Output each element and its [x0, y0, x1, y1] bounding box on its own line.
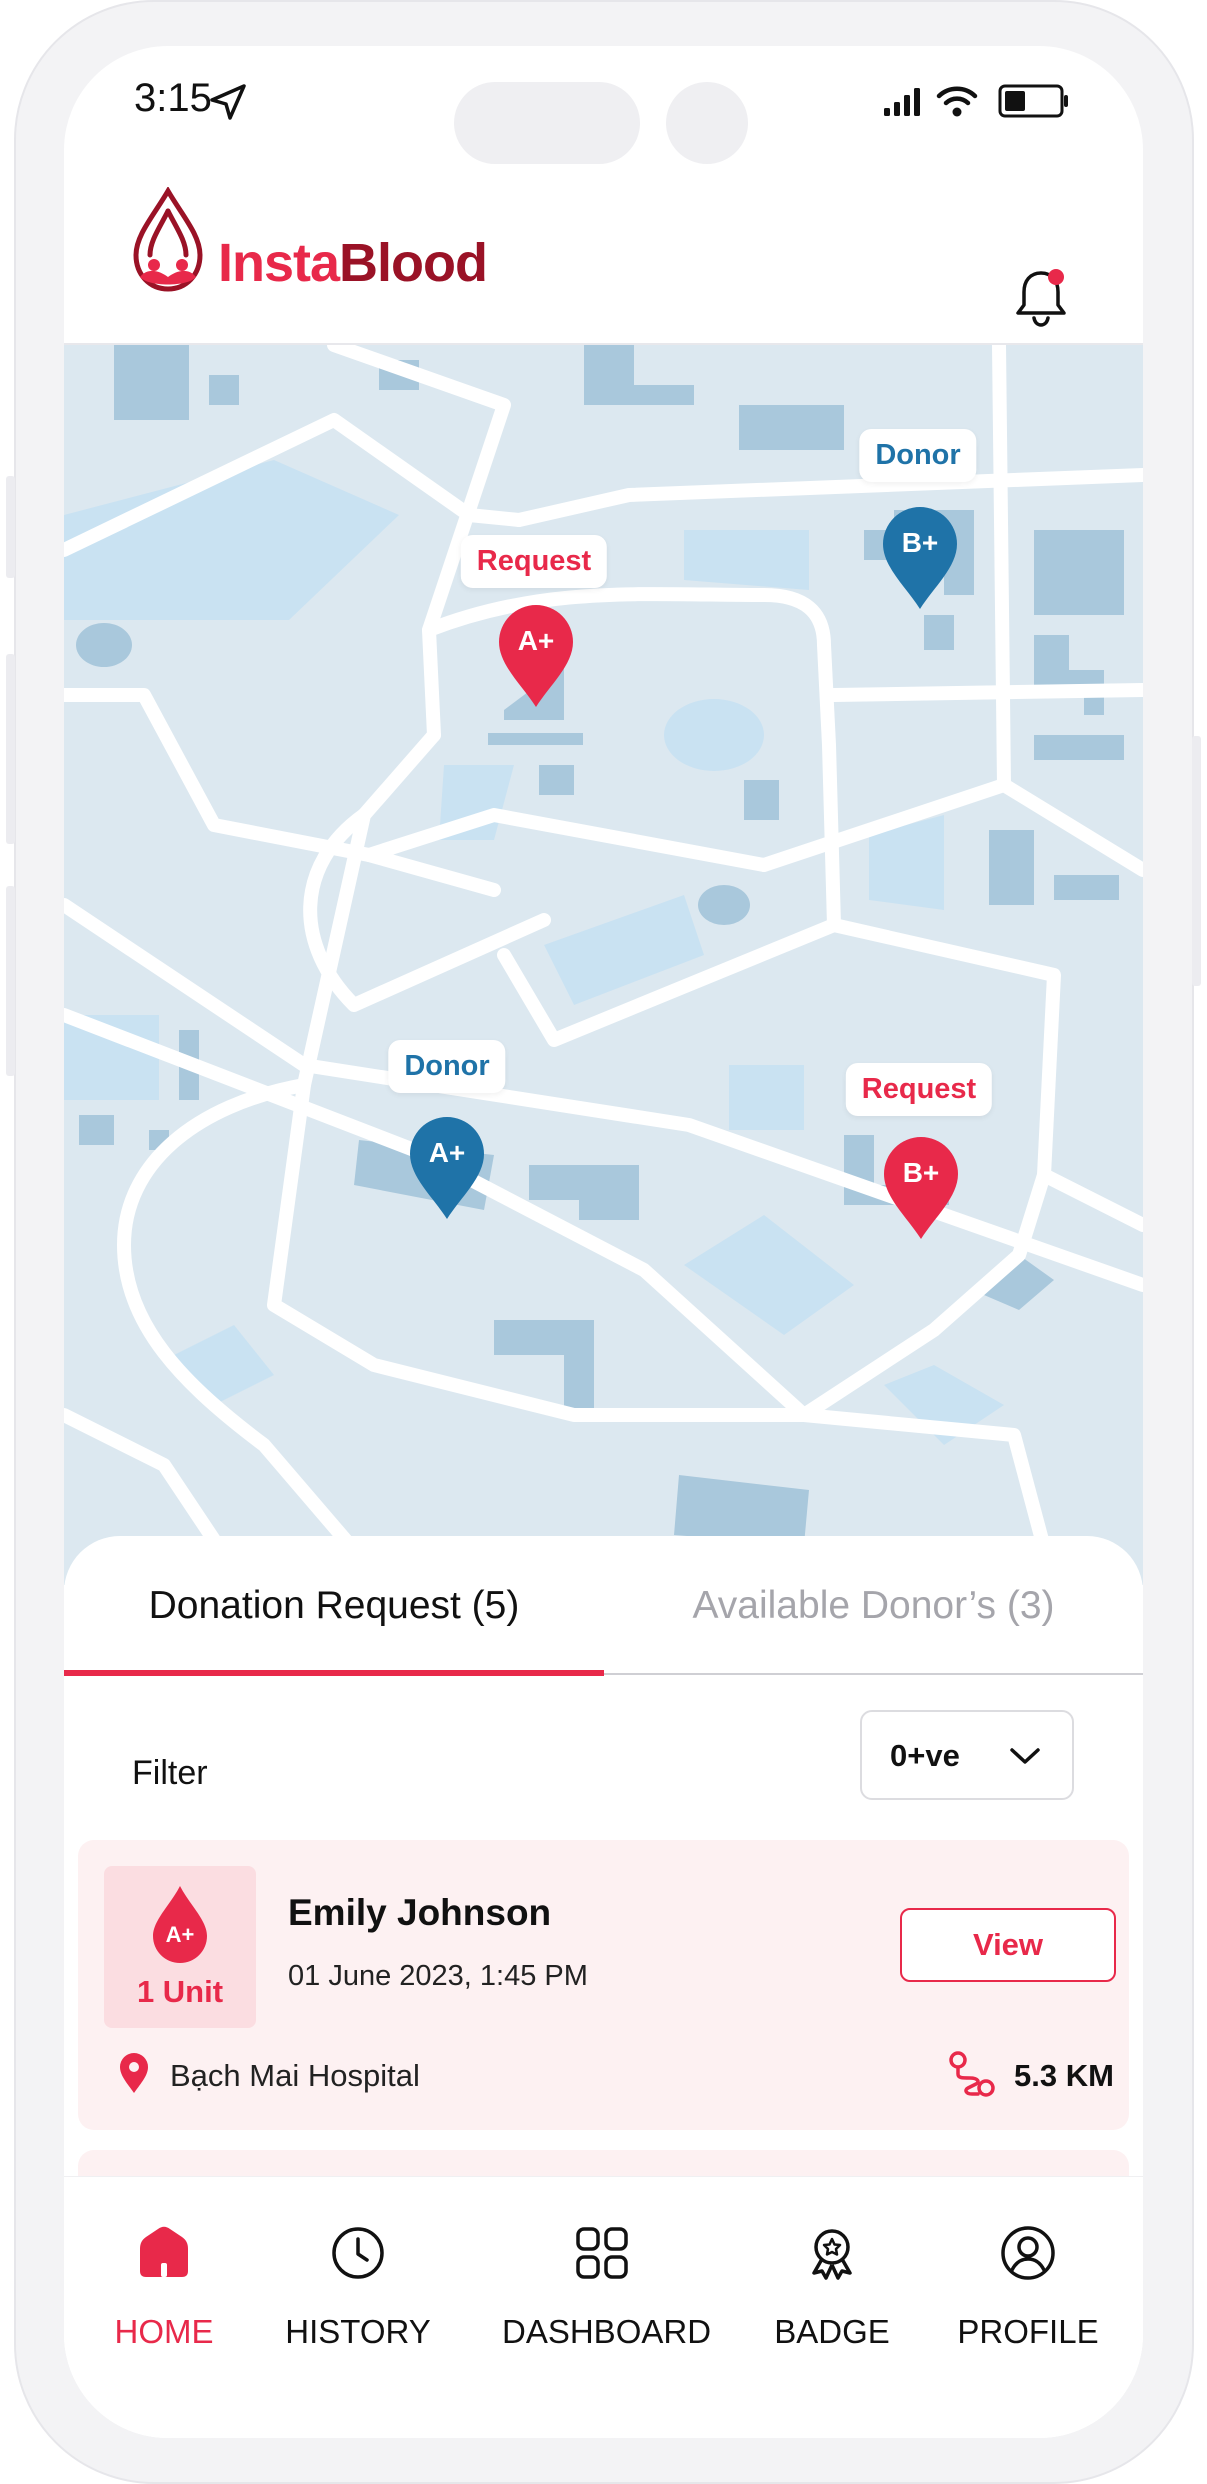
requester-name: Emily Johnson — [288, 1892, 552, 1933]
map-marker-request-1[interactable]: A+ — [497, 603, 575, 707]
nav-dashboard-label: DASHBOARD — [502, 2313, 712, 2350]
map-marker-label-request-2: Request — [845, 1063, 993, 1116]
location-pin-icon — [120, 2053, 148, 2093]
user-icon — [1001, 2226, 1055, 2280]
route-icon — [949, 2051, 995, 2097]
active-tab-indicator — [64, 1670, 604, 1676]
tab-donation-request[interactable]: Donation Request (5) — [64, 1536, 604, 1676]
filter-selected-value: 0+ve — [890, 1738, 960, 1773]
chevron-down-icon — [1010, 1748, 1040, 1764]
nav-history[interactable]: HISTORY — [258, 2177, 458, 2438]
map-marker-label-donor-1: Donor — [859, 429, 977, 482]
request-datetime: 01 June 2023, 1:45 PM — [288, 1960, 588, 1992]
map-marker-label-donor-2: Donor — [388, 1040, 506, 1093]
map-marker-label-request-1: Request — [460, 535, 608, 588]
side-button-volume-down — [6, 886, 15, 1076]
bottom-navigation: HOME HISTORY DASHBOARD BADGE PROFILE — [64, 2176, 1143, 2438]
map-view[interactable]: Request A+ Donor B+ Donor A+ Request B+ — [64, 345, 1143, 1585]
badge-icon — [812, 2229, 852, 2280]
battery-icon — [998, 84, 1068, 118]
view-request-button[interactable]: View — [900, 1908, 1116, 1982]
nav-home-label: HOME — [114, 2313, 214, 2350]
side-button-silent — [6, 476, 15, 578]
blood-group-text: A+ — [165, 1922, 195, 1947]
status-time: 3:15 — [134, 76, 212, 120]
nav-profile-label: PROFILE — [957, 2313, 1099, 2350]
filter-label: Filter — [132, 1754, 208, 1792]
nav-home[interactable]: HOME — [64, 2177, 264, 2438]
app-header: InstaBlood — [64, 171, 1143, 345]
nav-history-label: HISTORY — [285, 2313, 431, 2350]
map-marker-donor-1[interactable]: B+ — [881, 505, 959, 609]
map-streets — [64, 345, 1143, 1585]
app-logo-text: InstaBlood — [218, 232, 488, 294]
tab-available-donors[interactable]: Available Donor’s (3) — [604, 1536, 1143, 1676]
location-arrow-icon — [210, 84, 246, 120]
side-button-volume-up — [6, 654, 15, 844]
map-marker-blood-group: B+ — [901, 527, 939, 558]
nav-badge-label: BADGE — [774, 2313, 890, 2350]
nav-badge[interactable]: BADGE — [732, 2177, 932, 2438]
distance-value: 5.3 KM — [1014, 2058, 1114, 2093]
logo-word-blood: Blood — [339, 233, 488, 293]
blood-group-badge: A+ 1 Unit — [104, 1866, 256, 2028]
map-marker-donor-2[interactable]: A+ — [408, 1115, 486, 1219]
dynamic-island-pill — [454, 82, 640, 164]
tab-bar: Donation Request (5) Available Donor’s (… — [64, 1536, 1143, 1676]
notification-bell-icon[interactable] — [1012, 265, 1070, 329]
phone-screen: 3:15 InstaBlood Request A+ Donor B+ Dono… — [64, 46, 1143, 2438]
cellular-signal-icon — [884, 88, 920, 116]
grid-icon — [576, 2227, 628, 2279]
map-marker-blood-group: A+ — [428, 1137, 466, 1168]
side-button-power — [1192, 736, 1201, 986]
donation-request-card[interactable]: A+ 1 Unit Emily Johnson 01 June 2023, 1:… — [78, 1840, 1129, 2130]
clock-icon — [332, 2227, 384, 2279]
blood-group-filter-dropdown[interactable]: 0+ve — [860, 1710, 1074, 1800]
logo-word-insta: Insta — [218, 233, 340, 293]
instablood-logo-icon — [133, 187, 203, 292]
nav-profile[interactable]: PROFILE — [928, 2177, 1128, 2438]
status-bar: 3:15 — [64, 46, 1143, 171]
map-marker-blood-group: A+ — [517, 625, 555, 656]
dynamic-island-dot — [666, 82, 748, 164]
wifi-icon — [936, 86, 978, 117]
home-icon — [140, 2226, 188, 2277]
hospital-name: Bạch Mai Hospital — [170, 2058, 420, 2093]
nav-dashboard[interactable]: DASHBOARD — [502, 2177, 712, 2438]
map-marker-blood-group: B+ — [902, 1157, 940, 1188]
units-needed: 1 Unit — [136, 1974, 224, 2009]
map-marker-request-2[interactable]: B+ — [882, 1135, 960, 1239]
